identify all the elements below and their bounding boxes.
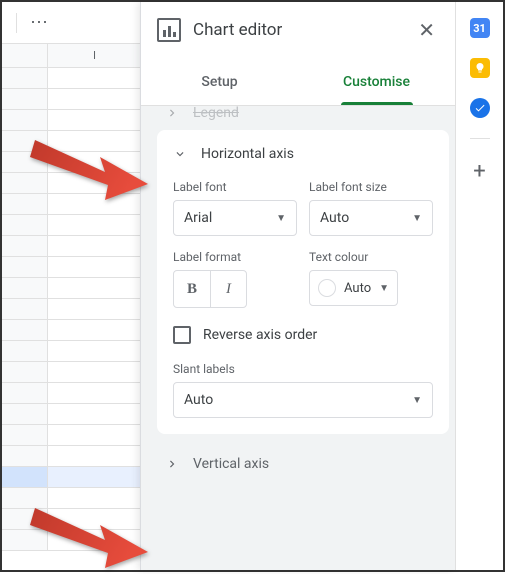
- chevron-right-icon: [165, 106, 179, 120]
- label-font-size-dropdown[interactable]: Auto ▼: [309, 200, 433, 236]
- label-format-label: Label format: [173, 250, 297, 264]
- sheet-rows: [2, 68, 142, 551]
- label-font-size-value: Auto: [320, 210, 349, 226]
- text-colour-value: Auto: [344, 281, 371, 296]
- sheet-toolbar: ⋯: [2, 2, 142, 44]
- section-legend[interactable]: Legend: [157, 106, 449, 130]
- label-font-size-label: Label font size: [309, 180, 433, 194]
- chart-editor-panel: Chart editor ✕ Setup Customise Legend Ho…: [140, 2, 455, 570]
- side-panel-divider: [470, 138, 490, 139]
- tab-setup[interactable]: Setup: [141, 58, 298, 105]
- slant-labels-value: Auto: [184, 392, 213, 408]
- label-font-value: Arial: [184, 210, 212, 226]
- horizontal-axis-title: Horizontal axis: [201, 146, 294, 162]
- google-side-panel: 31 +: [455, 2, 503, 570]
- section-horizontal-axis: Horizontal axis Label font Arial ▼ Label…: [157, 130, 449, 434]
- text-colour-picker[interactable]: Auto ▼: [309, 270, 398, 306]
- label-format-buttons: B I: [173, 270, 247, 308]
- dropdown-arrow-icon: ▼: [412, 395, 422, 406]
- chart-icon: [157, 18, 181, 42]
- chevron-right-icon: [165, 457, 179, 471]
- italic-button[interactable]: I: [210, 271, 246, 307]
- spreadsheet-background: ⋯ I: [2, 2, 142, 570]
- text-colour-label: Text colour: [309, 250, 433, 264]
- reverse-axis-label: Reverse axis order: [203, 327, 317, 343]
- label-font-dropdown[interactable]: Arial ▼: [173, 200, 297, 236]
- reverse-axis-checkbox-row[interactable]: Reverse axis order: [173, 326, 433, 344]
- chevron-down-icon: [173, 147, 187, 161]
- label-font-label: Label font: [173, 180, 297, 194]
- colour-swatch: [318, 279, 336, 297]
- slant-labels-dropdown[interactable]: Auto ▼: [173, 382, 433, 418]
- keep-icon[interactable]: [470, 58, 490, 78]
- column-header-i[interactable]: I: [48, 44, 142, 67]
- calendar-icon[interactable]: 31: [470, 18, 490, 38]
- close-icon[interactable]: ✕: [414, 14, 439, 46]
- dropdown-arrow-icon: ▼: [412, 213, 422, 224]
- tab-customise[interactable]: Customise: [298, 58, 455, 105]
- column-headers: I: [2, 44, 142, 68]
- section-legend-label: Legend: [193, 106, 239, 121]
- dropdown-arrow-icon: ▼: [276, 213, 286, 224]
- checkbox-unchecked: [173, 326, 191, 344]
- slant-labels-label: Slant labels: [173, 362, 433, 376]
- dropdown-arrow-icon: ▼: [379, 283, 389, 294]
- tasks-icon[interactable]: [470, 98, 490, 118]
- customise-scroll-area[interactable]: Legend Horizontal axis Label font Arial …: [141, 106, 455, 570]
- select-all-cell[interactable]: [2, 44, 48, 67]
- more-icon[interactable]: ⋯: [25, 9, 53, 37]
- section-horizontal-header[interactable]: Horizontal axis: [173, 146, 433, 162]
- editor-title: Chart editor: [193, 20, 402, 40]
- vertical-axis-title: Vertical axis: [193, 456, 269, 472]
- editor-tabs: Setup Customise: [141, 58, 455, 106]
- bold-button[interactable]: B: [174, 271, 210, 307]
- section-vertical-axis[interactable]: Vertical axis: [157, 442, 449, 486]
- editor-header: Chart editor ✕: [141, 2, 455, 58]
- add-addon-icon[interactable]: +: [473, 159, 485, 184]
